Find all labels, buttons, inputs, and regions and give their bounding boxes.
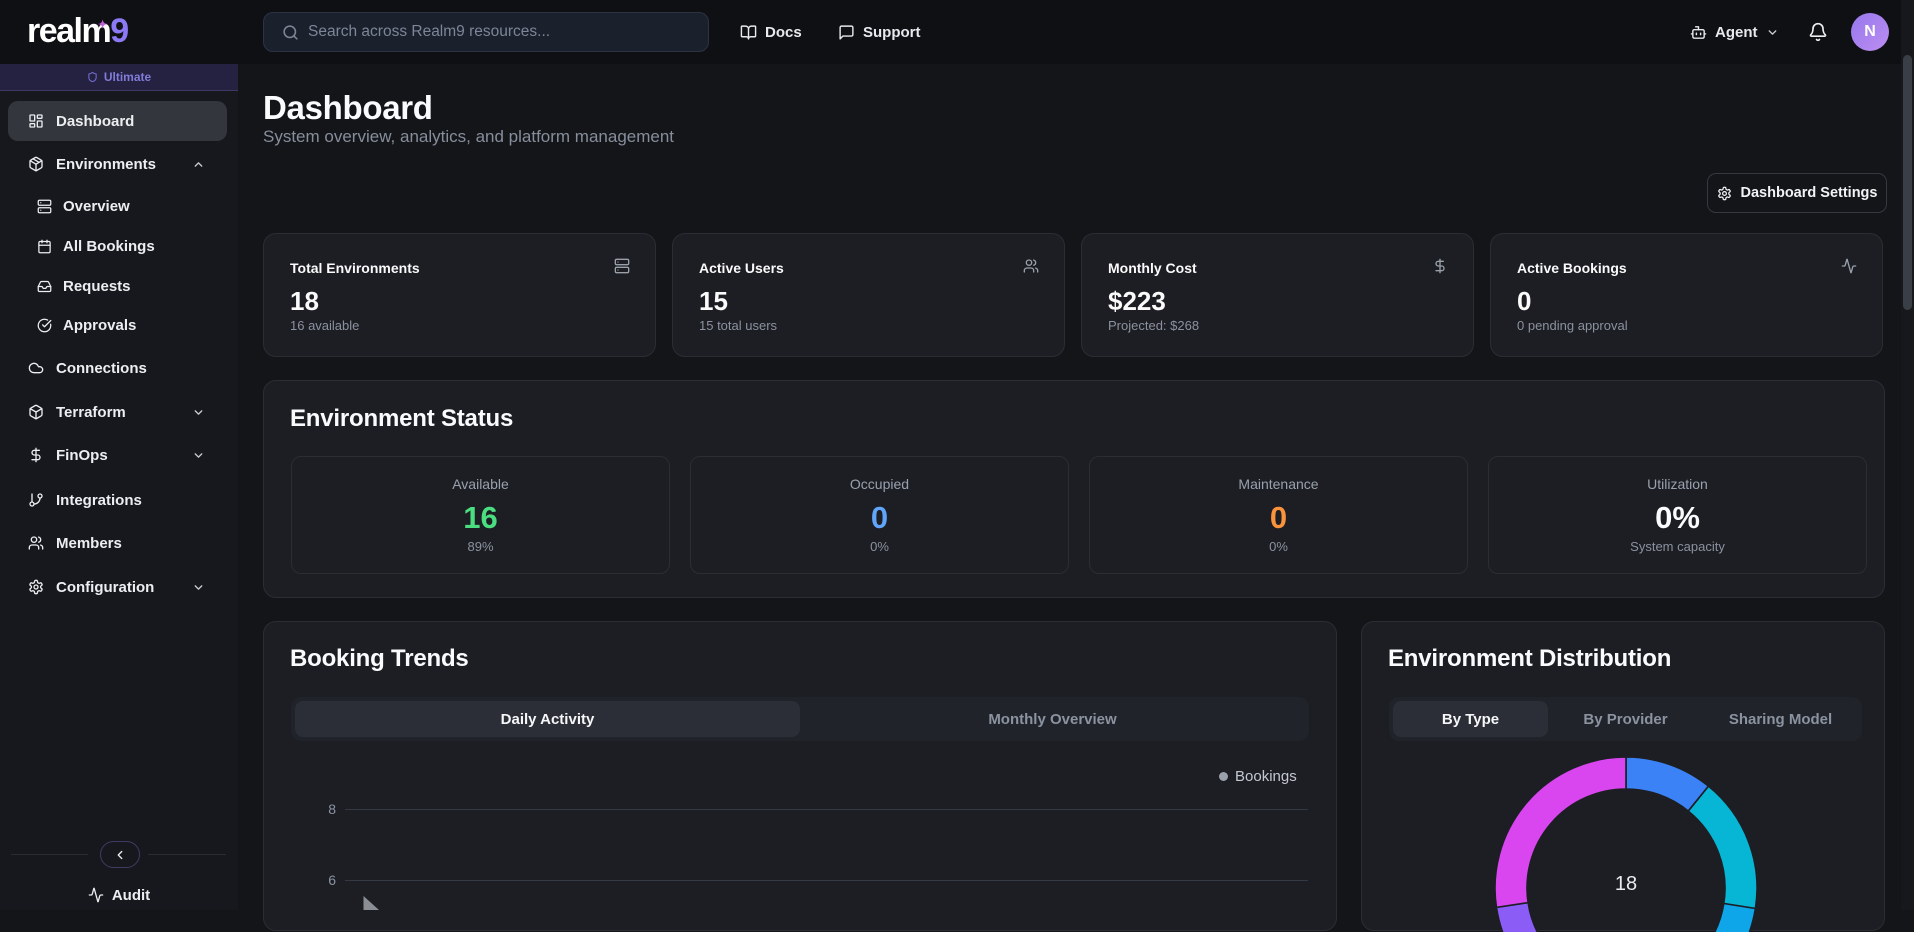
svg-text:18: 18 (1615, 873, 1637, 895)
